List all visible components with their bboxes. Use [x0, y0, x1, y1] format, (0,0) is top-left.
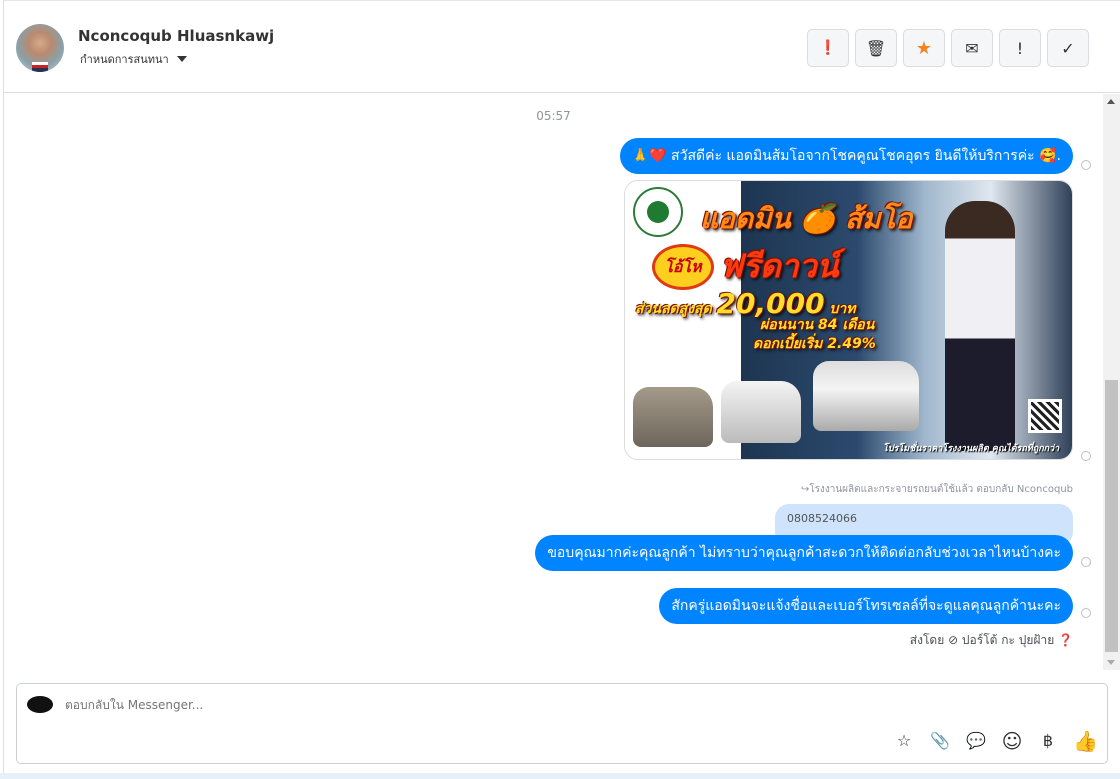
- page-avatar: [27, 696, 53, 713]
- alert-circle-icon: ❗: [819, 40, 837, 56]
- qr-code: [1028, 399, 1062, 433]
- mark-unread-button[interactable]: ✉: [951, 29, 993, 67]
- conversation-settings-dropdown[interactable]: กำหนดการสนทนา: [80, 50, 187, 68]
- follow-up-button[interactable]: !: [999, 29, 1041, 67]
- message-greeting: 🙏❤️ สวัสดีค่ะ แอดมินส้มโอจากโชคคูณโชคอุด…: [619, 138, 1073, 174]
- mark-spam-button[interactable]: ❗: [807, 29, 849, 67]
- chat-bubble-icon[interactable]: 💬: [965, 730, 987, 752]
- star-icon: ★: [915, 37, 933, 59]
- seen-check-icon: [1081, 160, 1091, 170]
- ad-footer: โปรโมชั่นราคาโรงงานผลิต คุณได้รถที่ถูกกว…: [883, 444, 1060, 454]
- promo-image[interactable]: แอดมิน 🍊 ส้มโอ โอ้โห ฟรีดาวน์ ส่วนลดสูงส…: [624, 180, 1073, 460]
- dealer-logo: [633, 187, 683, 237]
- mark-done-button[interactable]: ✓: [1047, 29, 1089, 67]
- scroll-up-icon[interactable]: [1107, 99, 1115, 104]
- avatar[interactable]: [16, 24, 64, 72]
- message-bubble: ขอบคุณมากค่ะคุณลูกค้า ไม่ทราบว่าคุณลูกค้…: [535, 535, 1073, 571]
- thumbs-up-icon[interactable]: 👍: [1073, 730, 1098, 752]
- conversation-settings-label: กำหนดการสนทนา: [80, 53, 169, 66]
- seen-check-icon: [1081, 557, 1091, 567]
- check-icon: ✓: [1061, 38, 1075, 58]
- bottom-strip: [0, 773, 1120, 779]
- delete-button[interactable]: 🗑: [855, 29, 897, 67]
- truck-image: [721, 381, 801, 443]
- reply-composer: ☆ 📎 💬 ☺ ฿ 👍: [16, 683, 1108, 764]
- person-figure: [945, 201, 1015, 451]
- star-button[interactable]: ★: [903, 29, 945, 67]
- paperclip-icon[interactable]: 📎: [929, 730, 951, 752]
- seen-check-icon: [1081, 451, 1091, 461]
- emoji-icon[interactable]: ☺: [1001, 730, 1023, 752]
- ad-discount-label: ส่วนลดสูงสุด: [635, 301, 712, 317]
- reply-input[interactable]: [65, 698, 865, 712]
- timestamp: 05:57: [536, 109, 571, 123]
- contact-name[interactable]: Nconcoqub Hluasnkawj: [78, 27, 274, 45]
- truck-image: [813, 361, 919, 431]
- reply-context: ↪โรงงานผลิตและกระจายรถยนต์ใช้แล้ว ตอบกลั…: [800, 484, 1073, 495]
- scroll-down-icon[interactable]: [1107, 660, 1115, 665]
- composer-actions: ☆ 📎 💬 ☺ ฿ 👍: [893, 730, 1098, 752]
- caret-down-icon: [176, 56, 187, 62]
- envelope-icon: ✉: [965, 38, 979, 58]
- toolbar: ❗ 🗑 ★ ✉ ! ✓: [807, 29, 1089, 67]
- message-thread: 05:57 🙏❤️ สวัสดีค่ะ แอดมินส้มโอจากโชคคูณ…: [4, 94, 1103, 670]
- sent-by: ส่งโดย ⊘ ปอร์โต้ กะ ปุยฝ้าย ❓: [909, 633, 1073, 647]
- scrollbar[interactable]: [1103, 94, 1120, 670]
- ad-interest: ดอกเบี้ยเริ่ม 2.49%: [753, 336, 876, 352]
- baht-icon[interactable]: ฿: [1037, 730, 1059, 752]
- conversation-header: Nconcoqub Hluasnkawj กำหนดการสนทนา ❗ 🗑 ★…: [4, 0, 1120, 93]
- scrollbar-thumb[interactable]: [1105, 380, 1118, 652]
- ad-free-down: ฟรีดาวน์: [720, 247, 839, 285]
- exclamation-icon: !: [1016, 38, 1024, 58]
- saved-reply-icon[interactable]: ☆: [893, 730, 915, 752]
- trash-icon: 🗑: [865, 38, 887, 58]
- ad-title: แอดมิน 🍊 ส้มโอ: [700, 202, 913, 235]
- ad-burst: โอ้โห: [655, 247, 711, 287]
- seen-check-icon: [1081, 608, 1091, 618]
- message-bubble: สักครู่แอดมินจะแจ้งชื่อและเบอร์โทรเซลล์ท…: [659, 588, 1073, 624]
- car-image: [633, 387, 713, 447]
